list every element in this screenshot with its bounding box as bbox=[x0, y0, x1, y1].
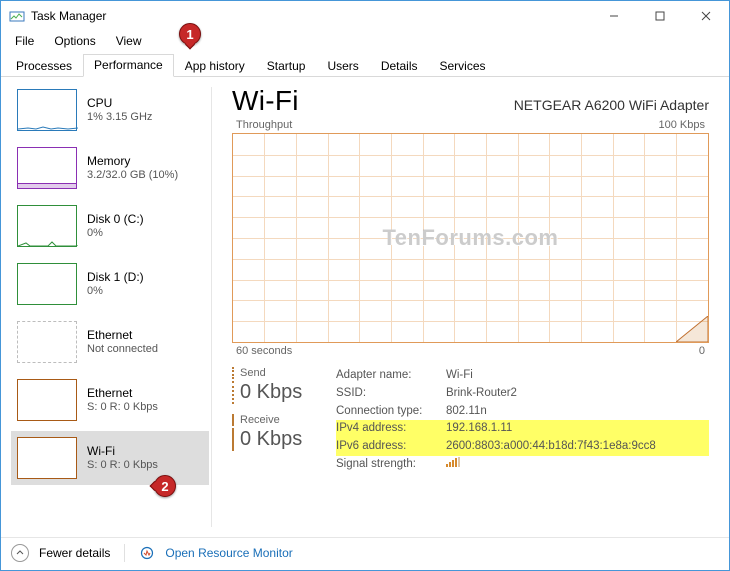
info-val: Wi-Fi bbox=[446, 367, 709, 385]
menu-view[interactable]: View bbox=[108, 32, 150, 50]
sidebar-item-cpu[interactable]: CPU 1% 3.15 GHz bbox=[11, 83, 209, 137]
detail-panel: Wi-Fi NETGEAR A6200 WiFi Adapter Through… bbox=[212, 77, 729, 537]
window-title: Task Manager bbox=[31, 9, 106, 23]
receive-label: Receive bbox=[232, 414, 322, 426]
throughput-chart[interactable]: TenForums.com bbox=[232, 133, 709, 343]
tab-app-history[interactable]: App history bbox=[174, 55, 256, 77]
tab-startup[interactable]: Startup bbox=[256, 55, 317, 77]
detail-title: Wi-Fi bbox=[232, 85, 299, 117]
sidebar-sub: 1% 3.15 GHz bbox=[87, 111, 152, 125]
sidebar-title: Disk 1 (D:) bbox=[87, 270, 144, 285]
tab-services[interactable]: Services bbox=[429, 55, 497, 77]
chart-label-ymax: 100 Kbps bbox=[659, 119, 705, 131]
mini-graph-cpu bbox=[17, 89, 77, 131]
resource-monitor-icon bbox=[139, 545, 155, 561]
signal-strength-icon bbox=[446, 457, 460, 467]
main-area: CPU 1% 3.15 GHz Memory 3.2/32.0 GB (10%)… bbox=[1, 77, 729, 537]
tab-users[interactable]: Users bbox=[316, 55, 369, 77]
sidebar-sub: 3.2/32.0 GB (10%) bbox=[87, 169, 178, 183]
info-val-ipv4: 192.168.1.11 bbox=[446, 420, 709, 438]
mini-graph-wifi bbox=[17, 437, 77, 479]
tab-strip: Processes Performance App history Startu… bbox=[1, 51, 729, 77]
send-value: 0 Kbps bbox=[232, 381, 322, 404]
sidebar-title: Ethernet bbox=[87, 386, 158, 401]
info-key-ipv4: IPv4 address: bbox=[336, 420, 446, 438]
send-label: Send bbox=[232, 367, 322, 379]
minimize-button[interactable] bbox=[591, 1, 637, 31]
info-key: Adapter name: bbox=[336, 367, 446, 385]
info-table: Adapter name:Wi-Fi SSID:Brink-Router2 Co… bbox=[336, 367, 709, 474]
sidebar-title: Wi-Fi bbox=[87, 444, 158, 459]
info-key-ipv6: IPv6 address: bbox=[336, 438, 446, 456]
sidebar-sub: 0% bbox=[87, 227, 144, 241]
sidebar-sub: 0% bbox=[87, 285, 144, 299]
receive-value: 0 Kbps bbox=[232, 428, 322, 451]
sidebar-sub: Not connected bbox=[87, 343, 158, 357]
sidebar-title: Disk 0 (C:) bbox=[87, 212, 144, 227]
sidebar-title: Ethernet bbox=[87, 328, 158, 343]
app-icon bbox=[9, 8, 25, 24]
chart-label-xleft: 60 seconds bbox=[236, 345, 292, 357]
title-bar: Task Manager bbox=[1, 1, 729, 31]
mini-graph-memory bbox=[17, 147, 77, 189]
info-key: SSID: bbox=[336, 385, 446, 403]
close-button[interactable] bbox=[683, 1, 729, 31]
annotation-badge-2: 2 bbox=[154, 475, 176, 497]
mini-graph-disk1 bbox=[17, 263, 77, 305]
mini-graph-disk0 bbox=[17, 205, 77, 247]
sidebar-item-memory[interactable]: Memory 3.2/32.0 GB (10%) bbox=[11, 141, 209, 195]
maximize-button[interactable] bbox=[637, 1, 683, 31]
sidebar-item-ethernet[interactable]: Ethernet S: 0 R: 0 Kbps bbox=[11, 373, 209, 427]
sidebar-title: Memory bbox=[87, 154, 178, 169]
info-val: Brink-Router2 bbox=[446, 385, 709, 403]
tab-processes[interactable]: Processes bbox=[5, 55, 83, 77]
mini-graph-eth-disconnected bbox=[17, 321, 77, 363]
bottom-bar: Fewer details Open Resource Monitor bbox=[1, 537, 729, 567]
adapter-name-header: NETGEAR A6200 WiFi Adapter bbox=[514, 97, 709, 113]
divider bbox=[124, 544, 125, 562]
annotation-badge-1: 1 bbox=[179, 23, 201, 45]
sidebar-item-wifi[interactable]: Wi-Fi S: 0 R: 0 Kbps bbox=[11, 431, 209, 485]
open-resource-monitor-link[interactable]: Open Resource Monitor bbox=[165, 546, 292, 560]
menu-file[interactable]: File bbox=[7, 32, 42, 50]
info-key: Connection type: bbox=[336, 403, 446, 421]
menu-options[interactable]: Options bbox=[46, 32, 103, 50]
sidebar-item-ethernet-disconnected[interactable]: Ethernet Not connected bbox=[11, 315, 209, 369]
tab-performance[interactable]: Performance bbox=[83, 54, 174, 77]
sidebar: CPU 1% 3.15 GHz Memory 3.2/32.0 GB (10%)… bbox=[1, 77, 211, 537]
mini-graph-ethernet bbox=[17, 379, 77, 421]
sidebar-title: CPU bbox=[87, 96, 152, 111]
watermark: TenForums.com bbox=[382, 225, 558, 251]
tab-details[interactable]: Details bbox=[370, 55, 429, 77]
chevron-up-icon[interactable] bbox=[11, 544, 29, 562]
info-val: 802.11n bbox=[446, 403, 709, 421]
info-val-ipv6: 2600:8803:a000:44:b18d:7f43:1e8a:9cc8 bbox=[446, 438, 709, 456]
chart-label-throughput: Throughput bbox=[236, 119, 292, 131]
sidebar-item-disk0[interactable]: Disk 0 (C:) 0% bbox=[11, 199, 209, 253]
sidebar-sub: S: 0 R: 0 Kbps bbox=[87, 401, 158, 415]
menu-bar: File Options View bbox=[1, 31, 729, 51]
sidebar-item-disk1[interactable]: Disk 1 (D:) 0% bbox=[11, 257, 209, 311]
fewer-details-button[interactable]: Fewer details bbox=[39, 546, 110, 560]
sidebar-sub: S: 0 R: 0 Kbps bbox=[87, 459, 158, 473]
chart-label-xright: 0 bbox=[699, 345, 705, 357]
info-key: Signal strength: bbox=[336, 456, 446, 474]
